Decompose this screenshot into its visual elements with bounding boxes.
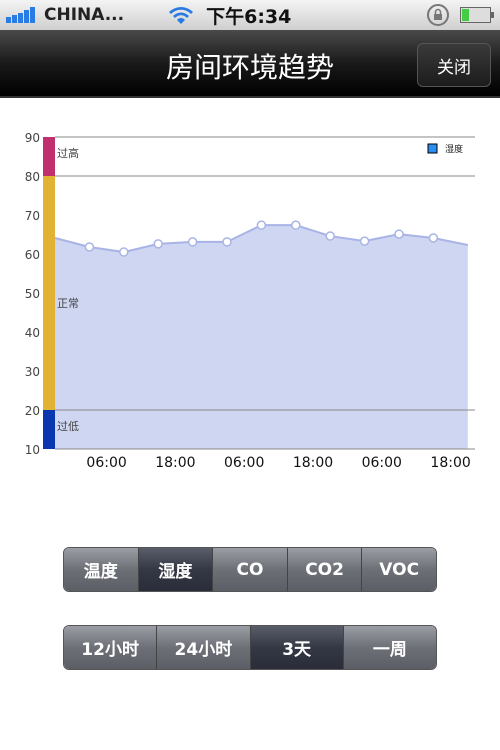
navigation-bar: 房间环境趋势 关闭 bbox=[0, 30, 500, 98]
data-point bbox=[84, 242, 95, 252]
range-tab[interactable]: 12小时 bbox=[64, 626, 158, 669]
x-tick-label: 06:00 bbox=[362, 455, 402, 471]
x-tick-label: 18:00 bbox=[293, 455, 333, 471]
data-point bbox=[394, 229, 404, 239]
battery-icon bbox=[460, 7, 494, 23]
humidity-chart: 过高正常过低 90 80 70 60 50 40 30 20 10 06:00 18:00 06:00 1… bbox=[25, 131, 475, 471]
zone-bar bbox=[43, 176, 55, 410]
data-point bbox=[256, 220, 267, 230]
y-tick-label: 30 bbox=[25, 365, 40, 379]
sensor-tab[interactable]: CO2 bbox=[287, 548, 363, 591]
close-button[interactable]: 关闭 bbox=[417, 43, 491, 87]
data-point bbox=[428, 233, 439, 243]
humidity-area bbox=[55, 225, 468, 449]
y-tick-label: 70 bbox=[25, 209, 40, 223]
sensor-tab[interactable]: CO bbox=[213, 548, 288, 591]
zone-bar bbox=[43, 410, 55, 449]
y-tick-label: 80 bbox=[25, 170, 40, 184]
signal-icon bbox=[6, 7, 35, 23]
zone-label: 过低 bbox=[57, 420, 79, 433]
zone-label: 过高 bbox=[57, 146, 79, 160]
data-point bbox=[222, 237, 232, 247]
clock: 下午6:34 bbox=[206, 5, 292, 28]
range-segmented-control: 12小时 24小时 3天 一周 bbox=[63, 625, 437, 670]
data-point bbox=[153, 239, 163, 249]
x-tick-label: 06:00 bbox=[86, 455, 126, 471]
data-point bbox=[291, 220, 301, 230]
sensor-segmented-control: 温度 湿度 CO CO2 VOC bbox=[63, 547, 437, 592]
y-tick-label: 20 bbox=[25, 404, 40, 418]
x-tick-label: 18:00 bbox=[155, 455, 195, 471]
data-point bbox=[187, 237, 198, 247]
sensor-tab[interactable]: VOC bbox=[362, 548, 436, 591]
wifi-icon bbox=[169, 7, 194, 24]
y-tick-label: 40 bbox=[25, 326, 40, 340]
zone-label: 正常 bbox=[57, 297, 79, 310]
sensor-tab[interactable]: 湿度 bbox=[138, 548, 214, 591]
rotation-lock-icon bbox=[427, 4, 449, 26]
range-tab[interactable]: 3天 bbox=[250, 626, 344, 669]
zone-bar bbox=[43, 137, 55, 176]
data-point bbox=[359, 236, 370, 246]
range-tab[interactable]: 24小时 bbox=[157, 626, 251, 669]
status-bar: CHINA... 下午6:34 bbox=[0, 0, 500, 30]
x-tick-label: 06:00 bbox=[224, 455, 264, 471]
data-point bbox=[325, 231, 335, 241]
y-tick-label: 90 bbox=[25, 131, 40, 145]
data-point bbox=[119, 247, 129, 257]
sensor-tab[interactable]: 温度 bbox=[64, 548, 139, 591]
legend-swatch bbox=[427, 143, 438, 154]
legend-label: 湿度 bbox=[445, 143, 463, 155]
y-tick-label: 60 bbox=[25, 248, 40, 262]
y-tick-label: 50 bbox=[25, 287, 40, 301]
y-tick-label: 10 bbox=[25, 443, 40, 457]
range-tab[interactable]: 一周 bbox=[343, 626, 436, 669]
x-tick-label: 18:00 bbox=[430, 455, 470, 471]
carrier: CHINA... bbox=[44, 5, 125, 25]
